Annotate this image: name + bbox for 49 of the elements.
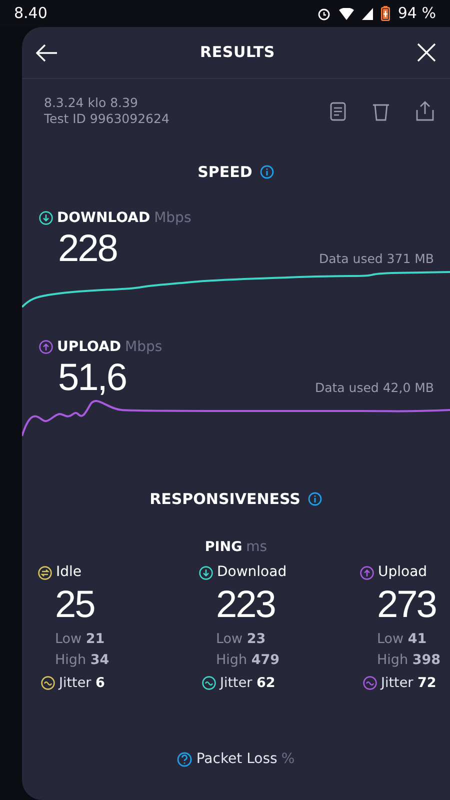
unit-label: Mbps [154, 208, 192, 228]
jitter-icon [41, 676, 55, 690]
close-icon[interactable] [417, 43, 436, 62]
ping-type: Idle [56, 563, 82, 582]
metric-label: UPLOAD [57, 338, 122, 356]
ping-high: High 398 [377, 651, 442, 670]
ping-type: Upload [378, 563, 428, 582]
ping-value: 25 [55, 583, 96, 627]
battery-level: 94 % [398, 3, 436, 24]
status-time: 8.40 [14, 3, 48, 24]
test-date: 8.3.24 klo 8.39 [44, 95, 139, 111]
ping-value: 223 [216, 583, 276, 627]
speed-value: 51,6 [58, 358, 126, 398]
speed-value: 228 [58, 228, 117, 268]
jitter-value: Jitter 6 [59, 674, 105, 693]
packet-loss-label: Packet Loss [196, 750, 278, 770]
ping-low: Low 21 [55, 630, 106, 649]
section-title: SPEED [198, 162, 252, 183]
ping-unit: ms [246, 538, 268, 557]
alarm-icon [316, 6, 331, 20]
share-icon[interactable] [416, 101, 434, 121]
jitter-value: Jitter 62 [220, 674, 276, 693]
ping-label: PING [204, 538, 242, 557]
ping-value: 273 [377, 583, 437, 627]
info-icon[interactable] [308, 492, 322, 506]
back-icon[interactable] [36, 44, 58, 62]
ping-high: High 479 [216, 651, 281, 670]
metric-label: DOWNLOAD [57, 208, 150, 228]
signal-icon [362, 8, 373, 20]
unit-label: Mbps [125, 338, 162, 356]
document-icon[interactable] [330, 102, 346, 120]
ping-low: Low 41 [377, 630, 428, 649]
info-icon[interactable] [260, 165, 274, 180]
battery-icon [380, 6, 390, 21]
delete-icon[interactable] [372, 102, 390, 120]
ping-low: Low 23 [216, 630, 267, 649]
help-icon[interactable] [177, 752, 192, 768]
ping-type: Download [217, 563, 287, 582]
test-id: Test ID 9963092624 [44, 111, 170, 127]
jitter-icon [202, 676, 216, 690]
data-used: Data used 371 MB [318, 250, 434, 268]
jitter-icon [363, 676, 377, 690]
jitter-value: Jitter 72 [381, 674, 436, 693]
data-used: Data used 42,0 MB [314, 378, 434, 397]
packet-loss-unit: % [281, 750, 295, 770]
section-title: RESPONSIVENESS [150, 488, 300, 510]
wifi-icon [338, 8, 354, 20]
ping-high: High 34 [55, 651, 110, 670]
screen-title: RESULTS [200, 42, 275, 64]
